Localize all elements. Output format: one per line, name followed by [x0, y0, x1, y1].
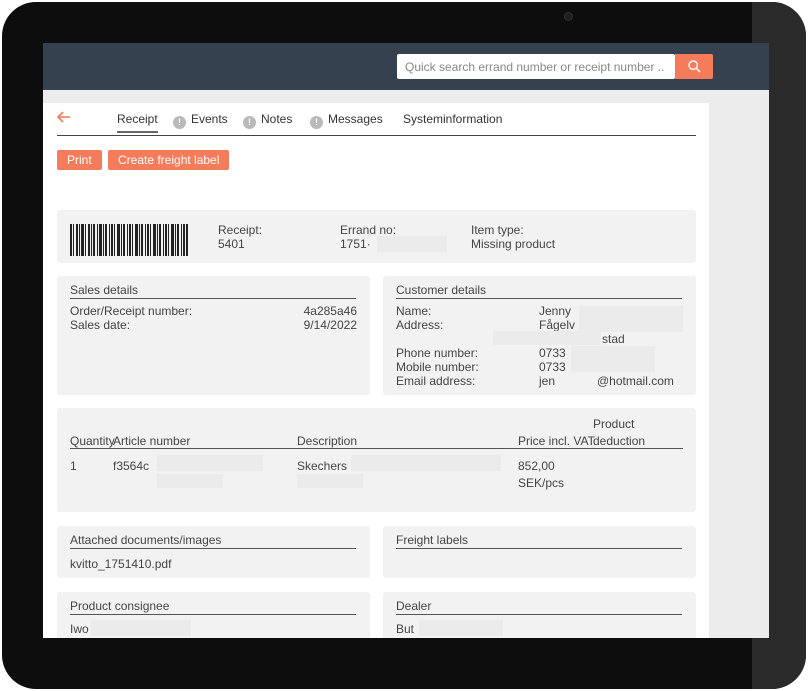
product-consignee-title: Product consignee — [70, 599, 356, 615]
row-description: Skechers I — [297, 459, 354, 473]
redacted-area — [377, 236, 447, 252]
email-label: Email address: — [396, 374, 476, 388]
redacted-area — [91, 620, 191, 636]
column-header-description: Description — [297, 434, 518, 449]
content-panel: Receipt ! Events ! Notes ! Messages Systemi… — [43, 103, 709, 638]
customer-city-value: stad — [602, 332, 625, 346]
dealer-title: Dealer — [396, 599, 682, 615]
info-icon: ! — [173, 116, 186, 129]
column-header-deduction-line2: deduction — [593, 434, 683, 449]
customer-name-label: Name: — [396, 304, 432, 318]
customer-details-card: Customer details Name: Jenny Address: Få… — [383, 276, 696, 395]
mobile-label: Mobile number: — [396, 360, 479, 374]
search-button[interactable] — [675, 54, 713, 79]
print-button[interactable]: Print — [57, 150, 102, 170]
email-domain-value: @hotmail.com — [597, 374, 674, 388]
email-user-value: jen — [539, 374, 556, 388]
row-quantity: 1 — [70, 459, 77, 473]
sales-details-title: Sales details — [70, 283, 356, 299]
item-type-label: Item type: — [471, 223, 524, 237]
tab-receipt[interactable]: Receipt — [117, 112, 158, 133]
redacted-area — [579, 306, 683, 332]
row-article: f3564c — [113, 459, 150, 473]
tab-events-label: Events — [191, 112, 228, 126]
customer-address-label: Address: — [396, 318, 444, 332]
consignee-line: Iwo — [70, 622, 89, 636]
sales-date-label: Sales date: — [70, 318, 131, 332]
attachment-file-link[interactable]: kvitto_1751410.pdf — [70, 557, 171, 571]
phone-value: 0733 — [539, 346, 566, 360]
dealer-line: But — [396, 622, 415, 636]
receipt-value: 5401 — [218, 237, 245, 251]
screen: Quick search errand number or receipt nu… — [43, 43, 769, 638]
info-icon: ! — [310, 116, 323, 129]
tab-notes[interactable]: ! Notes — [243, 112, 292, 129]
freight-labels-card: Freight labels — [383, 526, 696, 578]
tablet-device: Quick search errand number or receipt nu… — [0, 0, 808, 691]
create-freight-label-button[interactable]: Create freight label — [108, 150, 230, 170]
order-number-label: Order/Receipt number: — [70, 304, 193, 318]
row-price-line2: SEK/pcs — [518, 476, 565, 490]
redacted-area — [157, 455, 263, 471]
customer-name-value: Jenny — [539, 304, 572, 318]
redacted-area — [297, 474, 363, 488]
phone-label: Phone number: — [396, 346, 479, 360]
redacted-area — [571, 346, 655, 372]
column-header-deduction-line1: Product — [593, 417, 635, 431]
back-arrow-icon[interactable] — [57, 110, 71, 124]
sales-date-value: 9/14/2022 — [303, 318, 357, 332]
attachments-title: Attached documents/images — [70, 533, 356, 549]
item-type-value: Missing product — [471, 237, 556, 251]
camera-icon — [564, 12, 573, 21]
errand-label: Errand no: — [340, 223, 397, 237]
tab-systeminformation[interactable]: Systeminformation — [403, 112, 502, 126]
receipt-summary-card: Receipt: 5401 Errand no: 1751· Item type… — [57, 210, 696, 263]
tab-notes-label: Notes — [261, 112, 293, 126]
errand-value: 1751· — [340, 237, 371, 251]
receipt-label: Receipt: — [218, 223, 263, 237]
tab-bar: Receipt ! Events ! Notes ! Messages Systemi… — [57, 103, 696, 136]
redacted-area — [419, 620, 503, 636]
mobile-value: 0733 — [539, 360, 566, 374]
top-bar: Quick search errand number or receipt nu… — [43, 43, 769, 90]
tab-messages-label: Messages — [328, 112, 383, 126]
info-icon: ! — [243, 116, 256, 129]
search-icon — [688, 60, 701, 73]
order-number-value: 4a285a46 — [303, 304, 357, 318]
row-price-line1: 852,00 — [518, 459, 555, 473]
product-consignee-card: Product consignee Iwo — [57, 592, 370, 638]
customer-details-title: Customer details — [396, 283, 682, 299]
search-input[interactable]: Quick search errand number or receipt nu… — [397, 54, 675, 79]
column-header-article: Article number — [113, 434, 303, 449]
items-card: Quantity Article number Description Pric… — [57, 408, 696, 512]
column-header-price: Price incl. VAT — [518, 434, 595, 449]
attachments-card: Attached documents/images kvitto_1751410… — [57, 526, 370, 578]
redacted-area — [493, 331, 601, 345]
redacted-area — [157, 474, 223, 488]
sales-details-card: Sales details Order/Receipt number: 4a28… — [57, 276, 370, 395]
redacted-area — [351, 455, 501, 471]
barcode-icon — [70, 224, 188, 256]
customer-address-value: Fågelv — [539, 318, 576, 332]
freight-labels-title: Freight labels — [396, 533, 682, 549]
dealer-card: Dealer But — [383, 592, 696, 638]
tab-messages[interactable]: ! Messages — [310, 112, 383, 129]
column-header-quantity: Quantity — [70, 434, 115, 449]
tab-events[interactable]: ! Events — [173, 112, 228, 129]
